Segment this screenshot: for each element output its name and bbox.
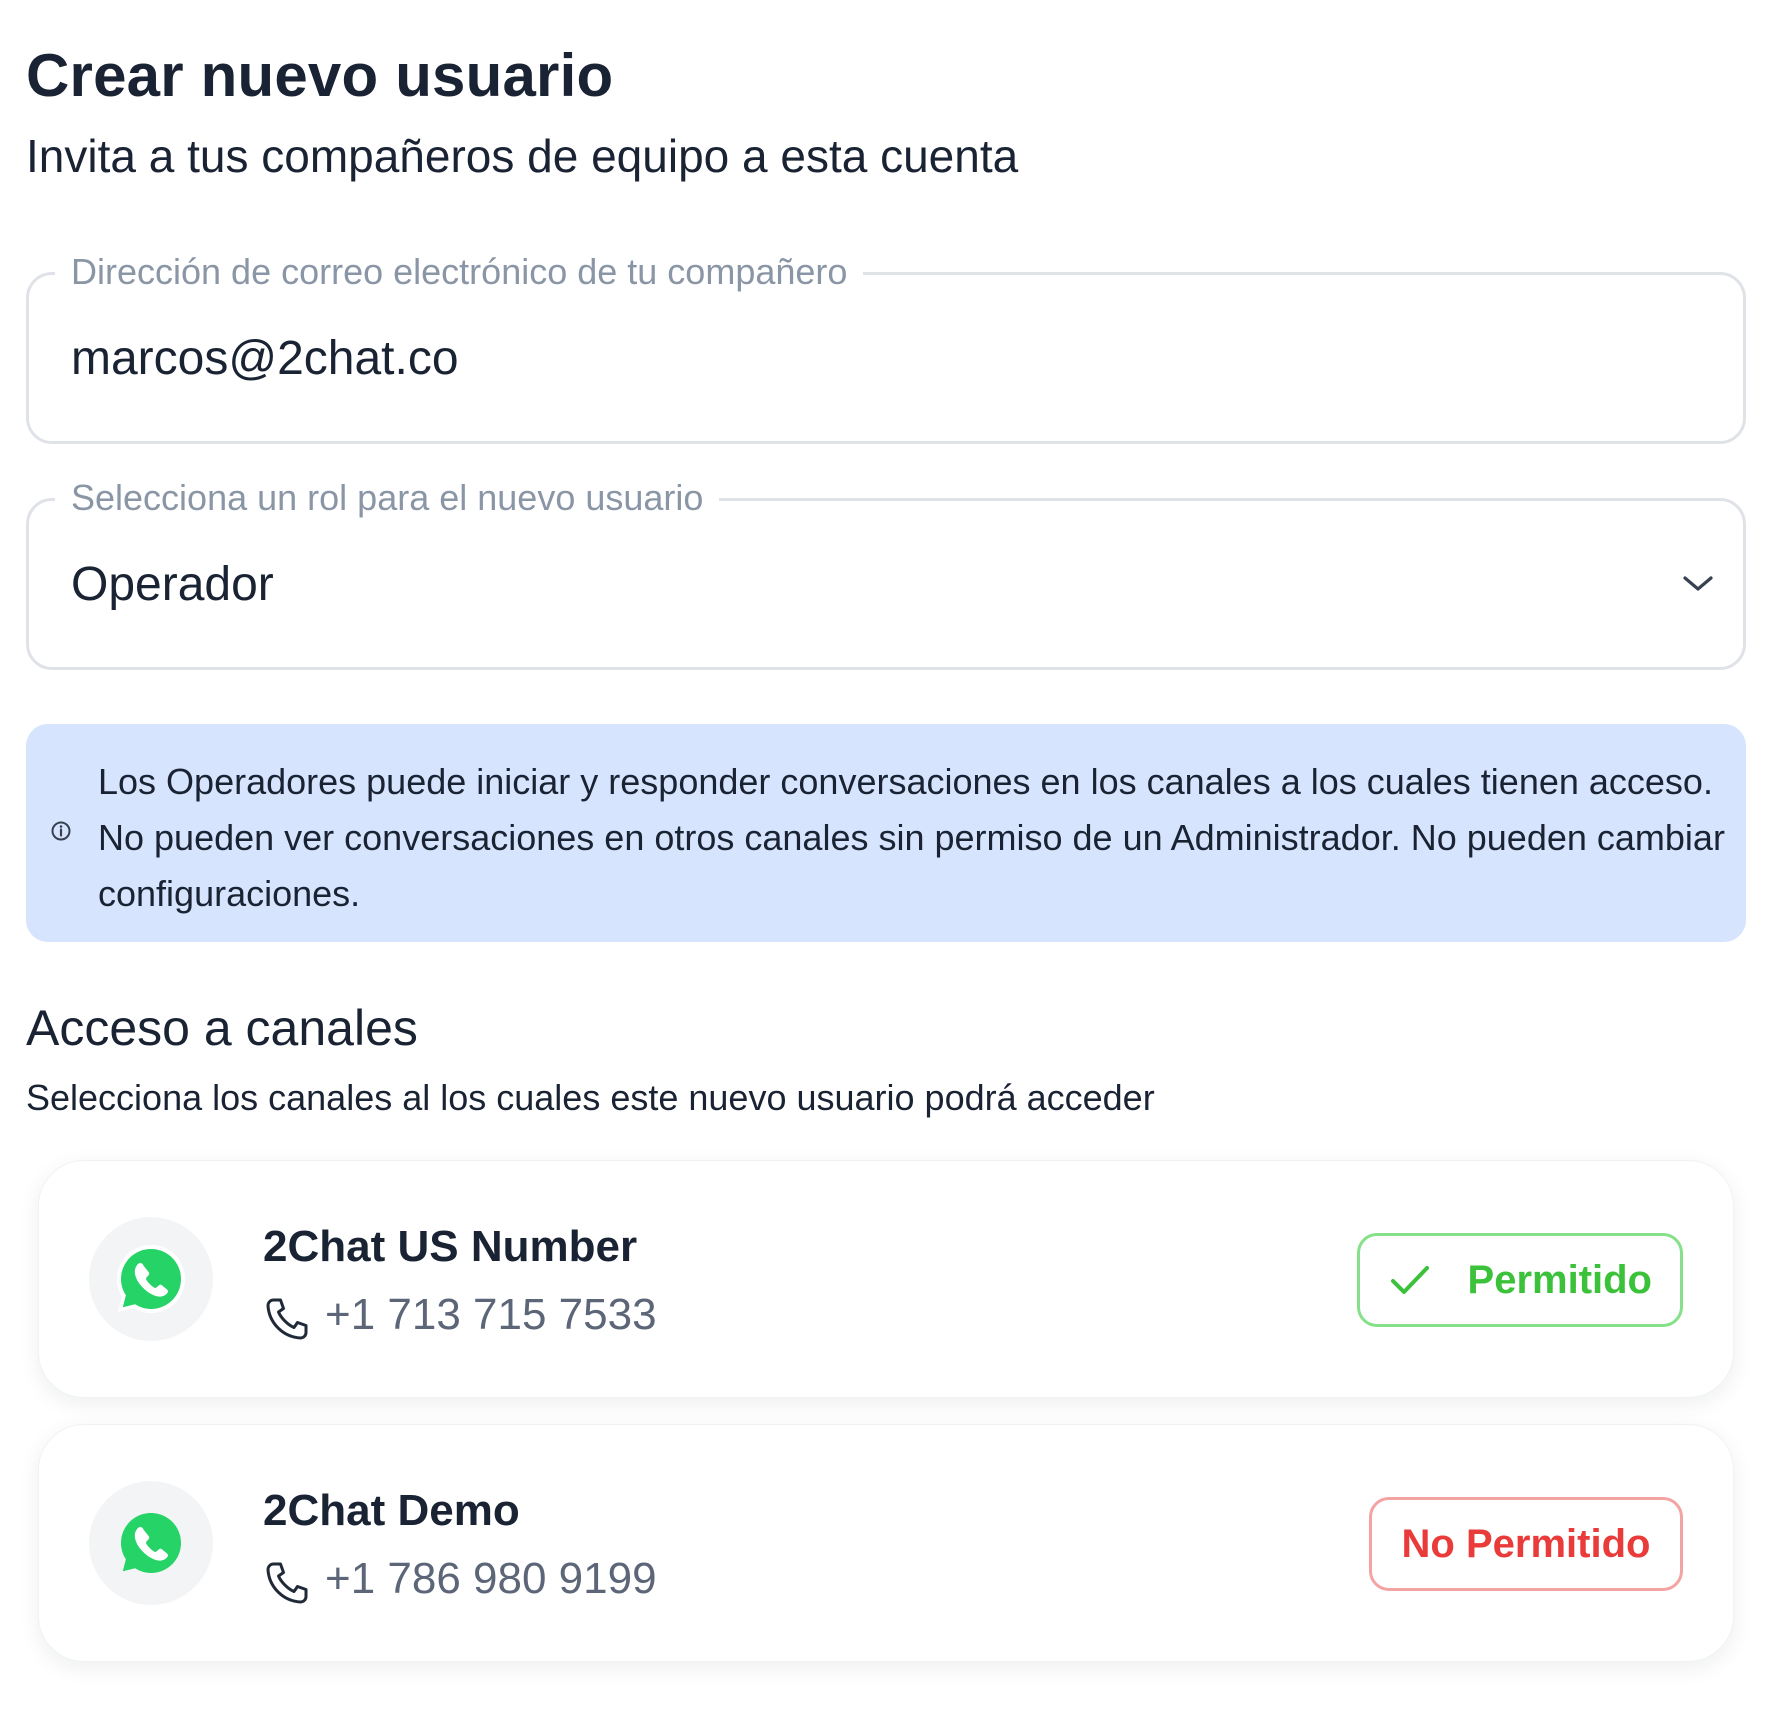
phone-number: +1 713 715 7533 — [325, 1290, 657, 1339]
channel-card: 2Chat US Number +1 713 715 7533 Permitid… — [38, 1160, 1734, 1398]
role-select[interactable]: Selecciona un rol para el nuevo usuario … — [26, 473, 1746, 670]
role-info-alert: Los Operadores puede iniciar y responder… — [26, 724, 1746, 942]
phone-number: +1 786 980 9199 — [325, 1554, 657, 1603]
phone-icon — [266, 1298, 308, 1340]
page-title: Crear nuevo usuario — [26, 42, 614, 109]
permission-toggle-denied[interactable]: No Permitido — [1369, 1497, 1683, 1591]
info-icon — [51, 821, 71, 841]
role-select-label: Selecciona un rol para el nuevo usuario — [55, 473, 720, 523]
channel-card: 2Chat Demo +1 786 980 9199 No Permitido — [38, 1424, 1734, 1662]
permission-label: Permitido — [1467, 1258, 1652, 1302]
permission-label: No Permitido — [1401, 1522, 1651, 1566]
check-icon — [1391, 1266, 1429, 1294]
channel-avatar — [89, 1481, 213, 1605]
email-field[interactable]: Dirección de correo electrónico de tu co… — [26, 247, 1746, 444]
email-input[interactable]: marcos@2chat.co — [71, 329, 459, 389]
channel-name: 2Chat US Number — [263, 1222, 638, 1271]
permission-toggle-allowed[interactable]: Permitido — [1357, 1233, 1683, 1327]
role-info-text: Los Operadores puede iniciar y responder… — [98, 761, 1725, 914]
page-subtitle: Invita a tus compañeros de equipo a esta… — [26, 130, 1019, 182]
chevron-down-icon[interactable] — [1681, 571, 1715, 595]
email-field-label: Dirección de correo electrónico de tu co… — [55, 247, 864, 297]
channel-access-subtitle: Selecciona los canales al los cuales est… — [26, 1077, 1155, 1118]
phone-icon — [266, 1562, 308, 1604]
role-select-value[interactable]: Operador — [71, 555, 274, 615]
channel-name: 2Chat Demo — [263, 1486, 520, 1535]
whatsapp-icon — [121, 1513, 181, 1573]
channel-access-title: Acceso a canales — [26, 1000, 418, 1056]
whatsapp-icon — [117, 1245, 185, 1313]
channel-avatar — [89, 1217, 213, 1341]
